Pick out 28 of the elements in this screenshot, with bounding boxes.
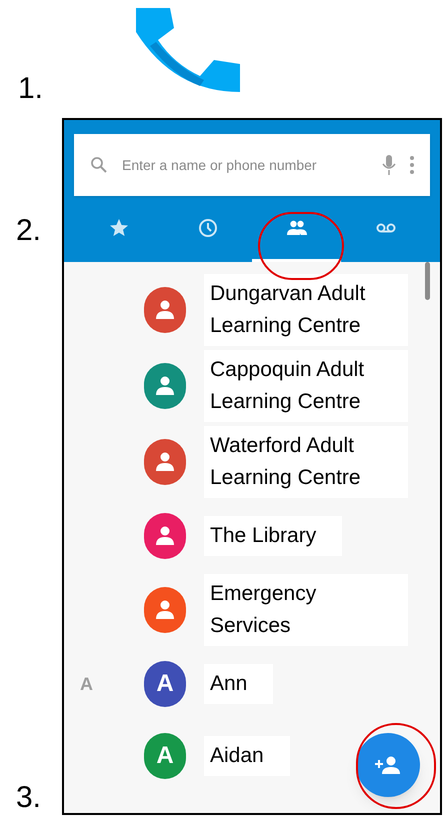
clock-icon: [198, 218, 218, 238]
person-icon: [156, 600, 174, 620]
person-icon: [156, 452, 174, 472]
step-number: 2.: [16, 213, 42, 249]
add-person-icon: [375, 755, 401, 775]
section-letter: A: [80, 674, 93, 694]
contact-name[interactable]: Cappoquin Adult Learning Centre: [204, 350, 408, 422]
contact-avatar: A: [144, 661, 186, 707]
scrollbar[interactable]: [425, 262, 430, 300]
contact-name[interactable]: Emergency Services: [204, 574, 408, 646]
step-number: 1.: [18, 72, 44, 105]
contact-avatar: A: [144, 733, 186, 779]
search-field[interactable]: Enter a name or phone number: [122, 154, 368, 176]
search-icon: [90, 156, 108, 174]
contact-name[interactable]: The Library: [204, 516, 342, 556]
more-options-icon[interactable]: [410, 155, 414, 175]
contact-name[interactable]: Aidan: [204, 736, 290, 776]
phone-icon: [134, 6, 242, 92]
add-contact-button[interactable]: [356, 733, 420, 797]
contact-name[interactable]: Dungarvan Adult Learning Centre: [204, 274, 408, 346]
person-icon: [156, 376, 174, 396]
person-icon: [156, 300, 174, 320]
person-icon: [156, 526, 174, 546]
star-icon: [108, 218, 128, 238]
contact-name[interactable]: Ann: [204, 664, 274, 704]
step-number: 3.: [16, 783, 42, 813]
microphone-icon[interactable]: [382, 154, 396, 176]
contact-name[interactable]: Waterford Adult Learning Centre: [204, 426, 408, 498]
